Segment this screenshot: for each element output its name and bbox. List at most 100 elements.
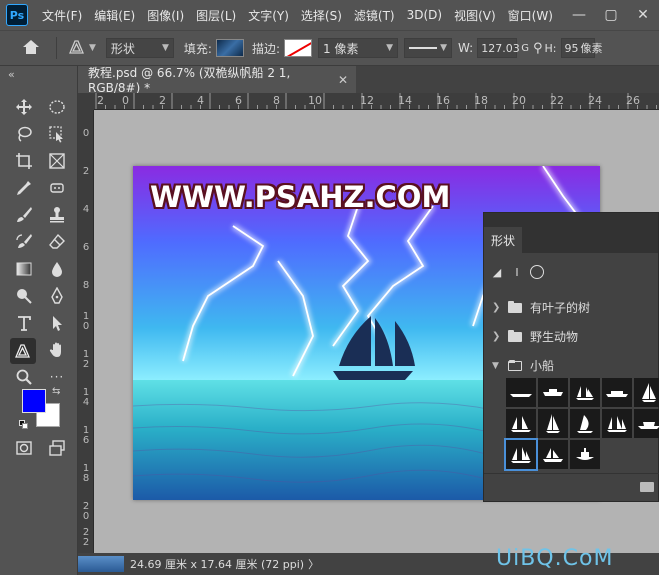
default-colors-icon[interactable] (19, 420, 28, 429)
close-button[interactable]: ✕ (627, 7, 659, 23)
panel-header: 形状 (484, 213, 658, 253)
elliptical-marquee-icon[interactable] (45, 95, 69, 119)
history-brush-icon[interactable] (12, 230, 36, 254)
gradient-tool-icon[interactable] (12, 257, 36, 281)
status-menu-arrow-icon[interactable]: 〉 (308, 556, 319, 572)
boat-shape-thumbnail[interactable] (538, 378, 568, 407)
small-thumbnail-icon[interactable]: Ⅰ (510, 265, 524, 279)
large-thumbnail-icon[interactable]: ◢ (490, 265, 504, 279)
boat-shape-thumbnail[interactable] (602, 409, 632, 438)
mode-value: 形状 (110, 41, 135, 56)
lasso-tool-icon[interactable] (12, 122, 36, 146)
ruler-label: 8 (82, 280, 90, 291)
home-icon[interactable] (22, 39, 40, 58)
menu-file[interactable]: 文件(F) (36, 7, 88, 24)
restore-button[interactable]: ▢ (595, 7, 627, 23)
width-input[interactable]: 127.03 (477, 38, 520, 58)
ruler-label: 1 6 (82, 425, 90, 446)
brush-tool-icon[interactable] (12, 203, 36, 227)
ruler-label: 6 (82, 242, 90, 253)
stroke-swatch[interactable] (284, 39, 313, 57)
new-group-folder-icon[interactable] (640, 482, 654, 492)
menu-layer[interactable]: 图层(L) (190, 7, 242, 24)
type-tool-icon[interactable] (12, 311, 36, 335)
stroke-width-dropdown[interactable]: 1 像素 ▼ (318, 38, 399, 58)
boat-shape-thumbnail[interactable] (634, 409, 659, 438)
pen-tool-preset-icon[interactable] (67, 38, 87, 59)
collapse-panel-icon[interactable]: « (8, 68, 15, 81)
ruler-corner (78, 93, 94, 110)
quick-mask-icon[interactable] (12, 436, 36, 460)
boat-shape-thumbnail[interactable] (538, 409, 568, 438)
menu-bar: Ps 文件(F) 编辑(E) 图像(I) 图层(L) 文字(Y) 选择(S) 滤… (0, 0, 659, 30)
boat-shape-thumbnail[interactable] (602, 378, 632, 407)
pen-tool-icon[interactable] (45, 284, 69, 308)
ruler-label: 1 4 (82, 387, 90, 408)
frame-tool-icon[interactable] (45, 149, 69, 173)
chevron-down-icon: ▼ (440, 43, 448, 53)
menu-select[interactable]: 选择(S) (295, 7, 348, 24)
fill-swatch[interactable] (215, 39, 244, 57)
circle-shape-icon[interactable] (530, 265, 544, 279)
clone-stamp-icon[interactable] (45, 203, 69, 227)
menu-type[interactable]: 文字(Y) (242, 7, 295, 24)
tab-close-icon[interactable]: ✕ (338, 73, 348, 87)
menu-image[interactable]: 图像(I) (141, 7, 190, 24)
ruler-label: 1 2 (82, 349, 90, 370)
boat-shape-thumbnail-selected[interactable] (504, 438, 538, 471)
stroke-type-dropdown[interactable]: ▼ (404, 38, 453, 58)
boat-shape-thumbnail[interactable] (538, 440, 568, 469)
chevron-down-icon[interactable]: ▼ (89, 43, 96, 53)
menu-filter[interactable]: 滤镜(T) (348, 7, 401, 24)
custom-shape-tool-icon[interactable] (10, 338, 36, 364)
crop-tool-icon[interactable] (12, 149, 36, 173)
stroke-label: 描边: (251, 41, 281, 56)
ruler-label: 18 (474, 94, 488, 107)
tab-shapes[interactable]: 形状 (484, 227, 522, 253)
foreground-color-swatch[interactable] (22, 389, 46, 413)
boat-shape-thumbnail[interactable] (570, 440, 600, 469)
shape-group-boats[interactable]: ▼ 小船 (484, 351, 658, 380)
chevron-down-icon: ▼ (386, 43, 394, 53)
shapes-panel: 形状 ◢ Ⅰ ❯ 有叶子的树 ❯ 野生动物 ▼ 小船 (483, 212, 659, 502)
move-tool-icon[interactable] (12, 95, 36, 119)
ruler-label: 2 (159, 94, 166, 107)
shape-group-trees[interactable]: ❯ 有叶子的树 (484, 293, 658, 322)
height-value: 95 (564, 41, 579, 55)
width-label: W: (458, 41, 474, 55)
swap-colors-icon[interactable]: ⇆ (52, 386, 60, 397)
document-title: 教程.psd @ 66.7% (双桅纵帆船 2 1, RGB/8#) * (88, 66, 291, 95)
boat-shape-thumbnail[interactable] (570, 378, 600, 407)
boat-shape-thumbnail[interactable] (506, 378, 536, 407)
path-selection-icon[interactable] (45, 311, 69, 335)
menu-view[interactable]: 视图(V) (448, 7, 502, 24)
mode-dropdown[interactable]: 形状 ▼ (105, 38, 174, 58)
menu-edit[interactable]: 编辑(E) (88, 7, 141, 24)
horizontal-ruler: 2 0 2 4 6 8 10 12 14 16 18 20 22 24 26 (94, 93, 659, 110)
minimize-button[interactable]: — (563, 7, 595, 23)
eyedropper-icon[interactable] (12, 176, 36, 200)
height-input[interactable]: 95 像素 (560, 38, 603, 58)
ruler-label: 0 (82, 128, 90, 139)
screen-mode-icon[interactable] (45, 436, 69, 460)
zoom-tool-icon[interactable] (12, 365, 36, 389)
group-label: 野生动物 (530, 330, 579, 344)
boat-shape-thumbnail[interactable] (506, 409, 536, 438)
tools-panel: « ··· ⇆ (0, 66, 78, 575)
hand-tool-icon[interactable] (45, 338, 69, 362)
dodge-tool-icon[interactable] (12, 284, 36, 308)
boat-shape-thumbnail[interactable] (570, 409, 600, 438)
shape-group-wildlife[interactable]: ❯ 野生动物 (484, 322, 658, 351)
object-selection-icon[interactable] (45, 122, 69, 146)
search-icon[interactable]: ⚲ (533, 41, 543, 56)
ruler-label: 0 (122, 94, 129, 107)
spot-healing-icon[interactable] (45, 176, 69, 200)
menu-window[interactable]: 窗口(W) (502, 7, 559, 24)
navigator-thumbnail[interactable] (78, 556, 124, 572)
boat-shape-thumbnail[interactable] (634, 378, 659, 407)
document-tab[interactable]: 教程.psd @ 66.7% (双桅纵帆船 2 1, RGB/8#) * ✕ (78, 66, 356, 95)
folder-icon (508, 329, 522, 342)
eraser-icon[interactable] (45, 230, 69, 254)
menu-3d[interactable]: 3D(D) (401, 8, 448, 22)
blur-tool-icon[interactable] (45, 257, 69, 281)
